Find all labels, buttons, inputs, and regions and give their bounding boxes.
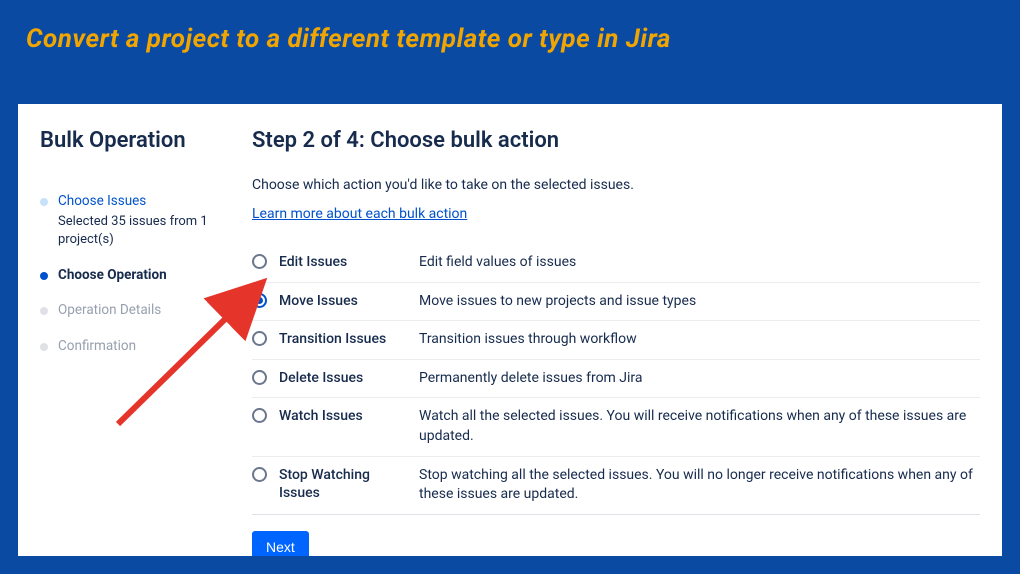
step-label: Operation Details [58, 302, 161, 320]
radio-icon[interactable] [252, 293, 267, 308]
page-banner-title: Convert a project to a different templat… [0, 0, 1020, 68]
step-label: Choose Operation [58, 267, 167, 285]
radio-icon[interactable] [252, 408, 267, 423]
option-transition-issues[interactable]: Transition Issues Transition issues thro… [252, 321, 980, 360]
step-bullet-icon [40, 307, 48, 315]
wizard-step-choose-issues[interactable]: Choose Issues Selected 35 issues from 1 … [40, 193, 240, 249]
step-bullet-icon [40, 343, 48, 351]
option-label: Transition Issues [279, 330, 407, 349]
option-desc: Watch all the selected issues. You will … [419, 407, 980, 446]
radio-icon[interactable] [252, 331, 267, 346]
step-description: Choose which action you'd like to take o… [252, 177, 980, 193]
option-desc: Transition issues through workflow [419, 330, 637, 350]
bulk-action-options: Edit Issues Edit field values of issues … [252, 244, 980, 515]
next-button[interactable]: Next [252, 531, 309, 556]
option-desc: Stop watching all the selected issues. Y… [419, 466, 980, 505]
main-content: Step 2 of 4: Choose bulk action Choose w… [240, 128, 980, 532]
radio-icon[interactable] [252, 370, 267, 385]
option-stop-watching-issues[interactable]: Stop Watching Issues Stop watching all t… [252, 457, 980, 514]
bulk-operation-panel: Bulk Operation Choose Issues Selected 35… [18, 104, 1002, 556]
step-label: Choose Issues [58, 193, 240, 211]
wizard-step-operation-details[interactable]: Operation Details [40, 302, 240, 320]
option-delete-issues[interactable]: Delete Issues Permanently delete issues … [252, 360, 980, 399]
step-bullet-icon [40, 272, 48, 280]
sidebar-title: Bulk Operation [40, 128, 240, 153]
option-watch-issues[interactable]: Watch Issues Watch all the selected issu… [252, 398, 980, 456]
option-desc: Move issues to new projects and issue ty… [419, 292, 696, 312]
option-label: Delete Issues [279, 369, 407, 388]
step-label: Confirmation [58, 338, 136, 356]
option-label: Move Issues [279, 292, 407, 311]
option-desc: Edit field values of issues [419, 253, 576, 273]
step-bullet-icon [40, 198, 48, 206]
option-label: Edit Issues [279, 253, 407, 272]
option-label: Stop Watching Issues [279, 466, 407, 504]
learn-more-link[interactable]: Learn more about each bulk action [252, 206, 467, 222]
option-desc: Permanently delete issues from Jira [419, 369, 643, 389]
wizard-step-choose-operation[interactable]: Choose Operation [40, 267, 240, 285]
wizard-step-confirmation[interactable]: Confirmation [40, 338, 240, 356]
step-title: Step 2 of 4: Choose bulk action [252, 128, 980, 153]
option-label: Watch Issues [279, 407, 407, 426]
option-edit-issues[interactable]: Edit Issues Edit field values of issues [252, 244, 980, 283]
step-subtext: Selected 35 issues from 1 project(s) [58, 213, 240, 249]
wizard-sidebar: Bulk Operation Choose Issues Selected 35… [40, 128, 240, 532]
radio-icon[interactable] [252, 254, 267, 269]
radio-icon[interactable] [252, 467, 267, 482]
option-move-issues[interactable]: Move Issues Move issues to new projects … [252, 283, 980, 322]
